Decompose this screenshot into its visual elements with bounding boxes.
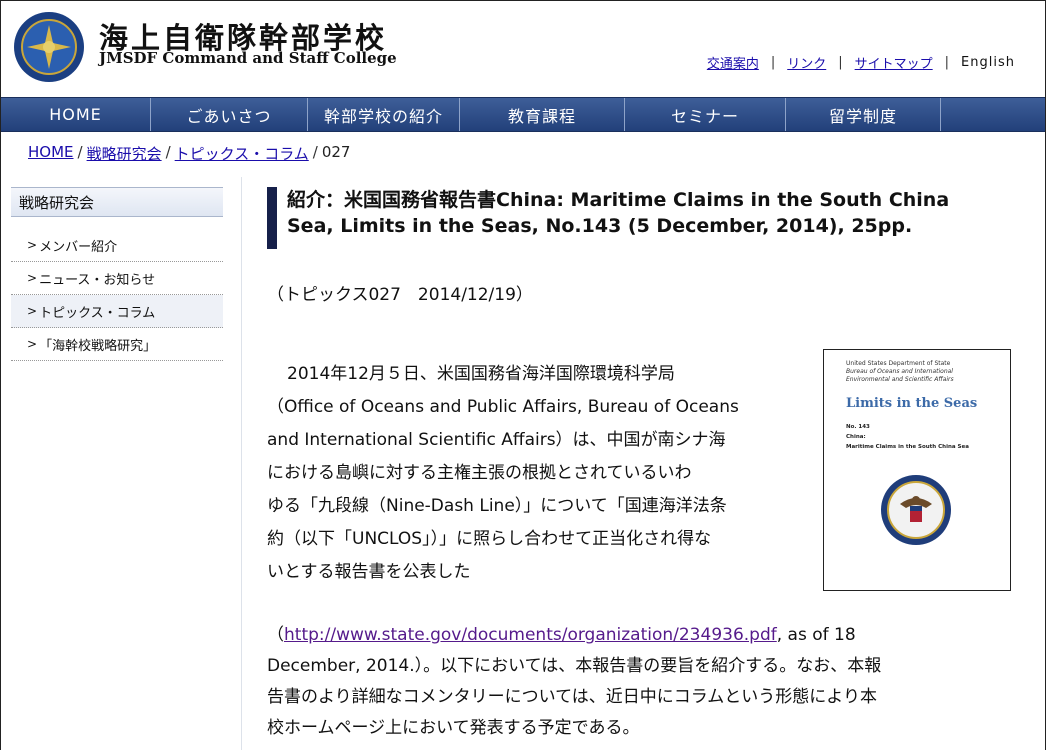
breadcrumb-strategy[interactable]: 戦略研究会	[87, 143, 162, 164]
cover-bureau-line: Bureau of Oceans and International	[846, 368, 953, 375]
paragraph-line: ゆる「九段線（Nine-Dash Line）」について「国連海洋法条	[267, 496, 727, 516]
cover-bureau-line: Environmental and Scientific Affairs	[846, 376, 954, 383]
sidebar-item-topics[interactable]: > トピックス・コラム	[11, 295, 223, 328]
breadcrumb-separator: /	[312, 143, 318, 161]
paragraph-line: 告書のより詳細なコメンタリーについては、近日中にコラムという形態により本	[267, 687, 877, 707]
nav-seminar[interactable]: セミナー	[625, 98, 786, 131]
paragraph-line: 2014年12月５日、米国国務省海洋国際環境科学局	[287, 364, 675, 384]
paragraph-line: 約（以下「UNCLOS」）」に照らし合わせて正当化され得な	[267, 529, 712, 549]
nav-filler	[941, 98, 1045, 131]
sidebar: 戦略研究会 > メンバー紹介 > ニュース・お知らせ > トピックス・コラム >…	[11, 187, 223, 361]
utility-links: 交通案内 | リンク | サイトマップ | English	[707, 53, 1015, 72]
nav-education[interactable]: 教育課程	[460, 98, 625, 131]
article-headline: 紹介：米国国務省報告書China: Maritime Claims in the…	[267, 187, 1017, 249]
headline-line: Sea, Limits in the Seas, No.143 (5 Decem…	[287, 215, 913, 237]
paren-open: （	[267, 625, 284, 645]
paragraph-line: 校ホームページ上において発表する予定である。	[267, 718, 640, 738]
paragraph-line: December, 2014.）。以下においては、本報告書の要旨を紹介する。なお…	[267, 656, 882, 676]
sidebar-item-members[interactable]: > メンバー紹介	[11, 229, 223, 262]
link-suffix: , as of 18	[776, 625, 856, 645]
article-paragraph: 2014年12月５日、米国国務省海洋国際環境科学局 （Office of Oce…	[267, 358, 807, 589]
util-link-sitemap[interactable]: サイトマップ	[855, 53, 933, 72]
breadcrumb-current: 027	[321, 143, 351, 161]
util-link-english[interactable]: English	[961, 55, 1015, 70]
cover-dept: United States Department of State	[846, 360, 951, 367]
column-divider	[241, 177, 242, 750]
breadcrumb: HOME / 戦略研究会 / トピックス・コラム / 027	[28, 143, 350, 164]
topic-date: （トピックス027 2014/12/19）	[267, 285, 533, 305]
nav-about[interactable]: 幹部学校の紹介	[308, 98, 460, 131]
chevron-right-icon: >	[27, 271, 38, 285]
util-separator: |	[770, 55, 776, 70]
paragraph-line: （Office of Oceans and Public Affairs, Bu…	[267, 397, 739, 417]
state-department-seal-icon	[881, 475, 951, 545]
nav-study-abroad[interactable]: 留学制度	[786, 98, 941, 131]
sidebar-title: 戦略研究会	[11, 187, 223, 217]
site-header: 海上自衛隊幹部学校 JMSDF Command and Staff Colleg…	[1, 1, 1045, 97]
paragraph-line: における島嶼に対する主権主張の根拠とされているいわ	[267, 463, 692, 483]
chevron-right-icon: >	[27, 238, 38, 252]
breadcrumb-separator: /	[77, 143, 83, 161]
sidebar-list: > メンバー紹介 > ニュース・お知らせ > トピックス・コラム > 「海幹校戦…	[11, 229, 223, 361]
breadcrumb-home[interactable]: HOME	[28, 143, 74, 164]
nav-home[interactable]: HOME	[1, 98, 151, 131]
util-separator: |	[838, 55, 843, 70]
sidebar-item-label: メンバー紹介	[39, 239, 118, 255]
main-nav: HOME ごあいさつ 幹部学校の紹介 教育課程 セミナー 留学制度	[1, 97, 1045, 132]
breadcrumb-topics[interactable]: トピックス・コラム	[175, 143, 309, 164]
report-pdf-link[interactable]: http://www.state.gov/documents/organizat…	[284, 625, 777, 645]
cover-country: China:	[846, 434, 866, 440]
paragraph-line: （http://www.state.gov/documents/organiza…	[267, 620, 1007, 651]
sidebar-item-label: ニュース・お知らせ	[39, 272, 156, 288]
article-main: 紹介：米国国務省報告書China: Maritime Claims in the…	[267, 187, 1017, 249]
breadcrumb-separator: /	[165, 143, 171, 161]
cover-number: No. 143	[846, 424, 870, 430]
paragraph-line: and International Scientific Affairs）は、中…	[267, 430, 726, 450]
util-separator: |	[944, 55, 950, 70]
paragraph-line: いとする報告書を公表した	[267, 562, 471, 582]
cover-bureau: Bureau of Oceans and International Envir…	[846, 368, 954, 384]
report-cover-image: United States Department of State Bureau…	[823, 349, 1011, 591]
sidebar-item-journal[interactable]: > 「海幹校戦略研究」	[11, 328, 223, 361]
sidebar-item-label: 「海幹校戦略研究」	[39, 338, 157, 354]
sidebar-item-news[interactable]: > ニュース・お知らせ	[11, 262, 223, 295]
cover-subject: Maritime Claims in the South China Sea	[846, 444, 969, 450]
nav-greeting[interactable]: ごあいさつ	[151, 98, 308, 131]
page-frame: 海上自衛隊幹部学校 JMSDF Command and Staff Colleg…	[0, 0, 1046, 750]
chevron-right-icon: >	[27, 337, 38, 351]
util-link-access[interactable]: 交通案内	[707, 53, 759, 72]
article-paragraph-2: （http://www.state.gov/documents/organiza…	[267, 620, 1007, 744]
headline-line: 紹介：米国国務省報告書China: Maritime Claims in the…	[287, 189, 950, 211]
site-title-en[interactable]: JMSDF Command and Staff College	[99, 49, 397, 67]
cover-title: Limits in the Seas	[846, 396, 978, 411]
chevron-right-icon: >	[27, 304, 38, 318]
util-link-links[interactable]: リンク	[787, 53, 826, 72]
sidebar-item-label: トピックス・コラム	[39, 305, 156, 321]
jmsdf-emblem-icon[interactable]	[13, 11, 85, 83]
